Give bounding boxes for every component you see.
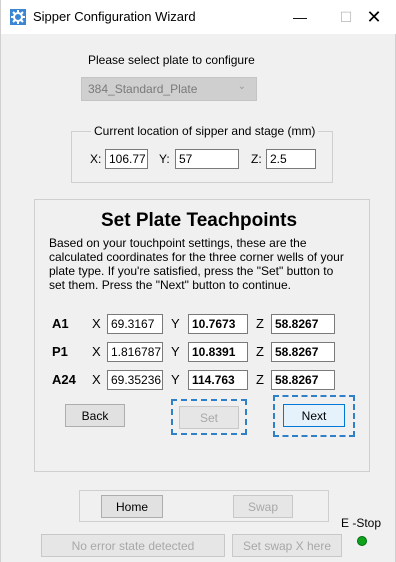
a24-z-field[interactable]: 58.8267: [271, 370, 335, 390]
a1-y-field[interactable]: 10.7673: [188, 314, 248, 334]
y-location-field[interactable]: 57: [175, 149, 239, 169]
p1-y-field[interactable]: 10.8391: [188, 342, 248, 362]
wizard-window: Sipper Configuration Wizard — ☐ ✕ Please…: [0, 0, 396, 562]
estop-status-indicator: [357, 536, 367, 546]
well-label-a24: A24: [52, 372, 76, 387]
x-location-field[interactable]: 106.77: [105, 149, 148, 169]
axis-z-label: Z: [256, 344, 264, 359]
axis-y-label: Y: [171, 344, 180, 359]
plate-select-value: 384_Standard_Plate: [88, 82, 198, 96]
a24-y-field[interactable]: 114.763: [188, 370, 248, 390]
well-label-a1: A1: [52, 316, 69, 331]
estop-label: E -Stop: [341, 516, 382, 530]
next-button[interactable]: Next: [283, 404, 345, 427]
teachpoints-title: Set Plate Teachpoints: [100, 210, 298, 231]
minimize-button[interactable]: —: [277, 0, 323, 34]
a1-x-field[interactable]: 69.3167: [107, 314, 163, 334]
well-label-p1: P1: [52, 344, 68, 359]
x-label: X:: [90, 152, 102, 166]
axis-y-label: Y: [171, 372, 180, 387]
plate-select[interactable]: 384_Standard_Plate ⌄: [81, 77, 257, 101]
teachpoints-instructions: Based on your touchpoint settings, these…: [49, 236, 344, 292]
p1-x-field[interactable]: 1.816787: [107, 342, 163, 362]
axis-z-label: Z: [256, 372, 264, 387]
a1-z-field[interactable]: 58.8267: [271, 314, 335, 334]
z-location-field[interactable]: 2.5: [266, 149, 316, 169]
axis-x-label: X: [92, 316, 101, 331]
error-state-status: No error state detected: [41, 534, 225, 557]
y-label: Y:: [159, 152, 170, 166]
title-bar[interactable]: Sipper Configuration Wizard — ☐ ✕: [1, 0, 396, 34]
swap-button[interactable]: Swap: [233, 495, 293, 518]
a24-x-field[interactable]: 69.35236: [107, 370, 163, 390]
home-button[interactable]: Home: [101, 495, 163, 518]
chevron-down-icon: ⌄: [237, 81, 246, 92]
axis-x-label: X: [92, 372, 101, 387]
set-button[interactable]: Set: [179, 406, 239, 429]
window-title: Sipper Configuration Wizard: [33, 9, 196, 24]
close-button[interactable]: ✕: [351, 0, 396, 34]
plate-prompt: Please select plate to configure: [88, 53, 255, 67]
z-label: Z:: [251, 152, 262, 166]
back-button[interactable]: Back: [65, 404, 125, 427]
location-group-title: Current location of sipper and stage (mm…: [91, 124, 319, 138]
axis-x-label: X: [92, 344, 101, 359]
app-gear-icon: [10, 9, 26, 25]
axis-z-label: Z: [256, 316, 264, 331]
p1-z-field[interactable]: 58.8267: [271, 342, 335, 362]
axis-y-label: Y: [171, 316, 180, 331]
set-swap-button[interactable]: Set swap X here: [232, 534, 342, 557]
